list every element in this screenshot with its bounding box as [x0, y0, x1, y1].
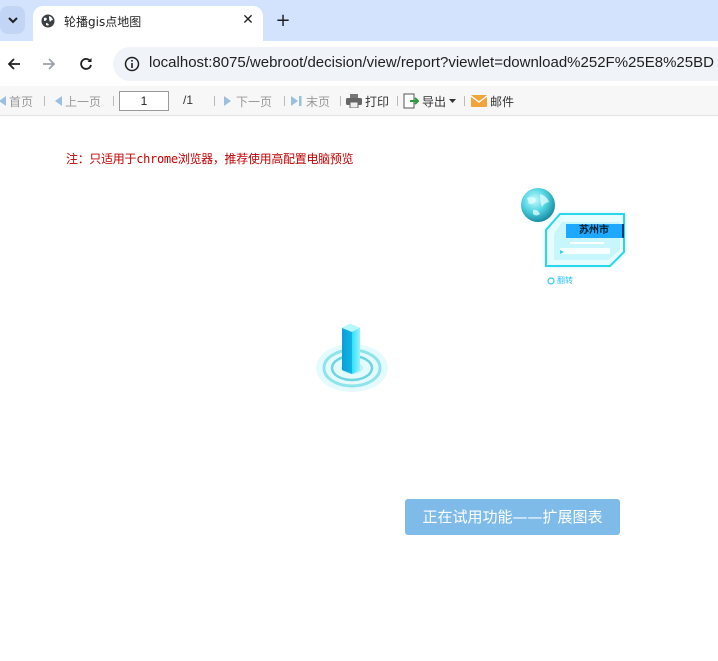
forward-icon[interactable]: [37, 52, 61, 76]
city-label: 苏州市: [566, 224, 624, 238]
page-total: /1: [183, 93, 194, 107]
card-footer-label: 翻转: [557, 276, 573, 285]
toolbar-divider: [464, 96, 465, 106]
trial-banner: 正在试用功能——扩展图表: [405, 499, 620, 535]
toolbar-divider: [284, 96, 285, 106]
export-button[interactable]: 导出: [403, 93, 457, 109]
first-page-icon: [0, 96, 6, 106]
close-icon[interactable]: ✕: [238, 10, 258, 30]
tab-search-button[interactable]: [0, 6, 25, 34]
toolbar-divider: [44, 96, 45, 106]
mail-button[interactable]: 邮件: [471, 93, 514, 109]
toolbar-divider: [214, 96, 215, 106]
prev-page-label: 上一页: [65, 94, 102, 109]
browser-note: 注：只适用于chrome浏览器，推荐使用高配置电脑预览: [66, 152, 354, 166]
printer-icon: [346, 94, 362, 108]
next-page-icon: [224, 96, 231, 106]
print-label: 打印: [365, 94, 390, 109]
next-page-label: 下一页: [236, 94, 273, 109]
toolbar-divider: [340, 96, 341, 106]
info-icon[interactable]: [120, 52, 144, 76]
refresh-icon: [547, 276, 555, 285]
plus-icon[interactable]: +: [272, 9, 294, 31]
reload-icon[interactable]: [74, 52, 98, 76]
toolbar-divider: [113, 96, 114, 106]
last-page-button[interactable]: 末页: [291, 93, 330, 109]
mail-icon: [471, 95, 487, 107]
export-label: 导出: [422, 94, 447, 109]
globe-favicon-icon: [41, 14, 55, 28]
last-page-icon: [291, 96, 302, 106]
bar-pin-marker-icon: [316, 324, 388, 392]
mail-label: 邮件: [490, 94, 515, 109]
tab-active[interactable]: 轮播gis点地图 ✕: [33, 6, 263, 41]
first-page-label: 首页: [9, 94, 34, 109]
tab-strip: 轮播gis点地图 ✕ +: [0, 0, 718, 41]
back-icon[interactable]: [2, 52, 26, 76]
page-number-input[interactable]: 1: [119, 91, 169, 111]
prev-page-button[interactable]: 上一页: [53, 93, 101, 109]
navigation-bar: localhost:8075/webroot/decision/view/rep…: [0, 41, 718, 86]
toolbar-divider: [397, 96, 398, 106]
chevron-down-icon: [7, 16, 18, 23]
next-page-button[interactable]: 下一页: [224, 93, 272, 109]
tab-title: 轮播gis点地图: [64, 15, 142, 29]
print-button[interactable]: 打印: [346, 93, 389, 109]
address-bar[interactable]: localhost:8075/webroot/decision/view/rep…: [113, 47, 718, 81]
card-footer[interactable]: 翻转: [547, 275, 573, 286]
last-page-label: 末页: [306, 94, 331, 109]
export-icon: [403, 93, 419, 109]
city-info-card: [545, 213, 625, 267]
prev-page-icon: [55, 96, 62, 106]
report-toolbar: 首页 上一页 下一页 末页 打印 导出 邮件: [0, 86, 718, 116]
caret-down-icon: [449, 98, 457, 103]
first-page-button[interactable]: 首页: [0, 93, 33, 109]
url-text: localhost:8075/webroot/decision/view/rep…: [149, 54, 714, 71]
